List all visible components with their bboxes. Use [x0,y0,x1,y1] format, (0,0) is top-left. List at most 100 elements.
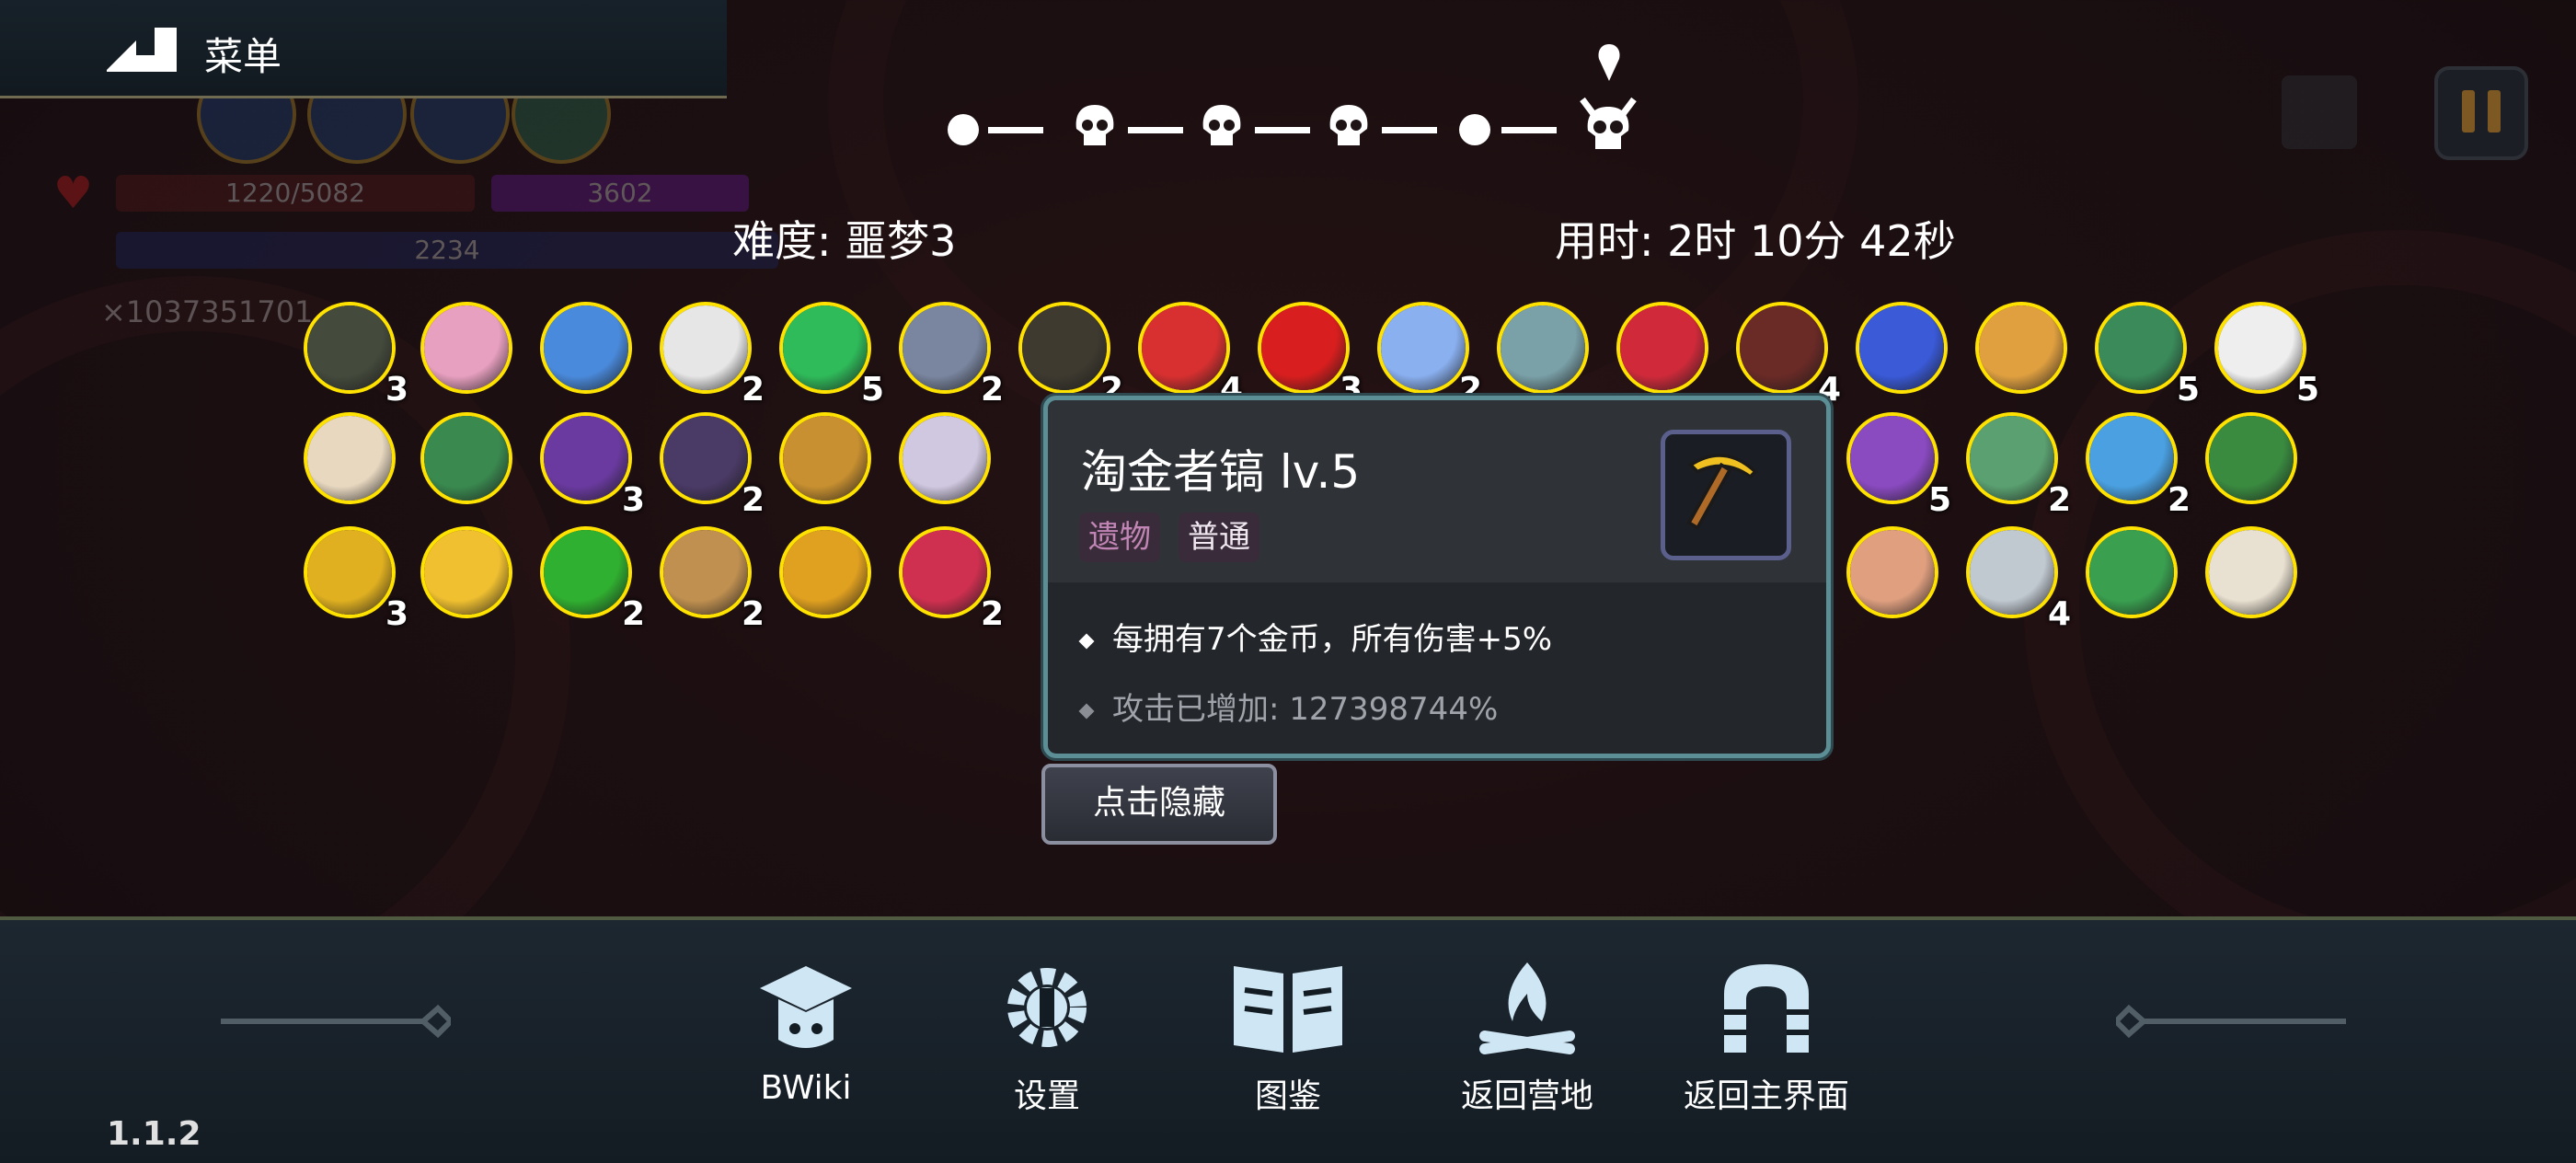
boot-icon [2209,416,2294,501]
decor-arrow-right-icon [2116,1004,2346,1039]
back-arrow-icon [107,28,177,72]
graduation-cap-icon [760,966,852,1048]
nav-settings-label: 设置 [1013,1077,1080,1115]
relic-slot[interactable]: 2 [1017,300,1123,409]
relic-slot[interactable]: 2 [658,524,765,633]
relic-slot[interactable] [419,410,514,506]
relic-slot[interactable]: 3 [302,300,408,409]
stage-node [1459,114,1490,145]
menu-bar[interactable]: 菜单 [0,0,727,98]
relic-slot[interactable] [2084,524,2179,620]
relic-slot[interactable]: 2 [658,410,765,519]
relic-count: 2 [621,595,645,633]
green-claw-icon [544,530,628,615]
relic-slot[interactable]: 2 [1375,300,1482,409]
relic-slot[interactable]: 5 [1845,410,1951,519]
golden-wing-icon [783,530,868,615]
relic-slot[interactable]: 2 [658,300,765,409]
relic-slot[interactable] [302,410,397,506]
nav-return-main-label: 返回主界面 [1683,1077,1849,1115]
tag-type: 遗物 [1079,512,1160,562]
serpent-key-icon [1620,305,1705,390]
relic-slot[interactable] [419,524,514,620]
relic-slot[interactable] [538,300,634,396]
sword-icon [1970,530,2054,615]
hide-tooltip-button[interactable]: 点击隐藏 [1041,764,1277,845]
relic-slot[interactable]: 2 [897,300,1004,409]
pocket-watch-icon [1501,305,1585,390]
stage-link [988,127,1043,133]
boss-skull-icon [1580,97,1637,149]
stage-node [948,114,979,145]
relic-slot[interactable]: 3 [302,524,408,633]
shield-bar: 3602 [491,175,749,212]
bullet-icon [1078,633,1095,649]
horn-icon [903,416,987,501]
egg-icon [1850,530,1935,615]
relic-slot[interactable] [419,300,514,396]
relic-count: 2 [2047,481,2071,519]
menu-label: 菜单 [204,34,282,79]
tooltip-effect-line: 每拥有7个金币，所有伤害+5% [1078,614,1553,659]
relic-slot[interactable] [1845,524,1940,620]
mana-bar: 2234 [116,232,778,269]
version-label: 1.1.2 [107,1115,201,1153]
pause-button[interactable] [2434,66,2528,160]
crystal-shard-icon [1381,305,1466,390]
relic-slot[interactable] [897,410,993,506]
relic-slot[interactable] [1495,300,1591,396]
hp-bar: 1220/5082 [116,175,475,212]
brain-icon [424,305,509,390]
relic-slot[interactable]: 2 [2084,410,2191,519]
demon-mask-icon [1142,305,1226,390]
relic-count: 4 [2047,595,2071,633]
relic-slot[interactable] [777,524,873,620]
location-marker-icon [1598,44,1620,81]
gear-icon [1007,968,1087,1047]
skull-icon [1202,105,1241,145]
relic-slot[interactable]: 4 [1964,524,2071,633]
nav-return-camp[interactable]: 返回营地 [1435,957,1619,1117]
relic-slot[interactable] [1615,300,1710,396]
time-used-text: 用时: 2时 10分 42秒 [1555,216,1956,266]
arch-icon [1724,964,1809,1053]
nav-codex[interactable]: 图鉴 [1196,957,1380,1117]
decor-arrow-left-icon [221,1004,451,1039]
relic-slot[interactable]: 2 [1964,410,2071,519]
relic-count: 3 [621,481,645,519]
wizard-hat-icon [544,416,628,501]
relic-slot[interactable] [1973,300,2069,396]
relic-count: 2 [741,481,765,519]
stage-link [1255,127,1310,133]
relic-slot[interactable]: 5 [777,300,884,409]
hourglass-icon [663,530,748,615]
relic-slot[interactable]: 3 [1256,300,1363,409]
relic-slot[interactable]: 2 [538,524,645,633]
shawl-icon [1740,305,1824,390]
relic-slot[interactable] [2203,524,2299,620]
heart-icon: ♥ [53,167,94,219]
help-book-icon[interactable] [2282,75,2357,149]
nav-return-main[interactable]: 返回主界面 [1674,957,1858,1117]
plague-mask-icon [307,305,392,390]
nav-settings[interactable]: 设置 [955,957,1139,1117]
tooltip-effect: 每拥有7个金币，所有伤害+5% [1112,621,1553,658]
bullet-icon [1078,703,1095,719]
relic-slot[interactable]: 2 [897,524,1004,633]
chalice-icon [1979,305,2064,390]
relic-slot[interactable]: 5 [2093,300,2200,409]
relic-slot[interactable]: 4 [1136,300,1243,409]
stage-link [1128,127,1183,133]
relic-slot[interactable] [2203,410,2299,506]
relic-slot[interactable]: 3 [538,410,645,519]
relic-slot[interactable]: 4 [1734,300,1841,409]
relic-slot[interactable] [777,410,873,506]
skull-icon [1329,105,1368,145]
relic-count: 2 [980,371,1004,409]
relic-slot[interactable] [1854,300,1949,396]
stage-progress [948,92,1665,166]
pause-icon [2462,90,2475,132]
book-icon [1234,966,1342,1053]
relic-slot[interactable]: 5 [2213,300,2319,409]
nav-bwiki[interactable]: BWiki [714,957,898,1107]
